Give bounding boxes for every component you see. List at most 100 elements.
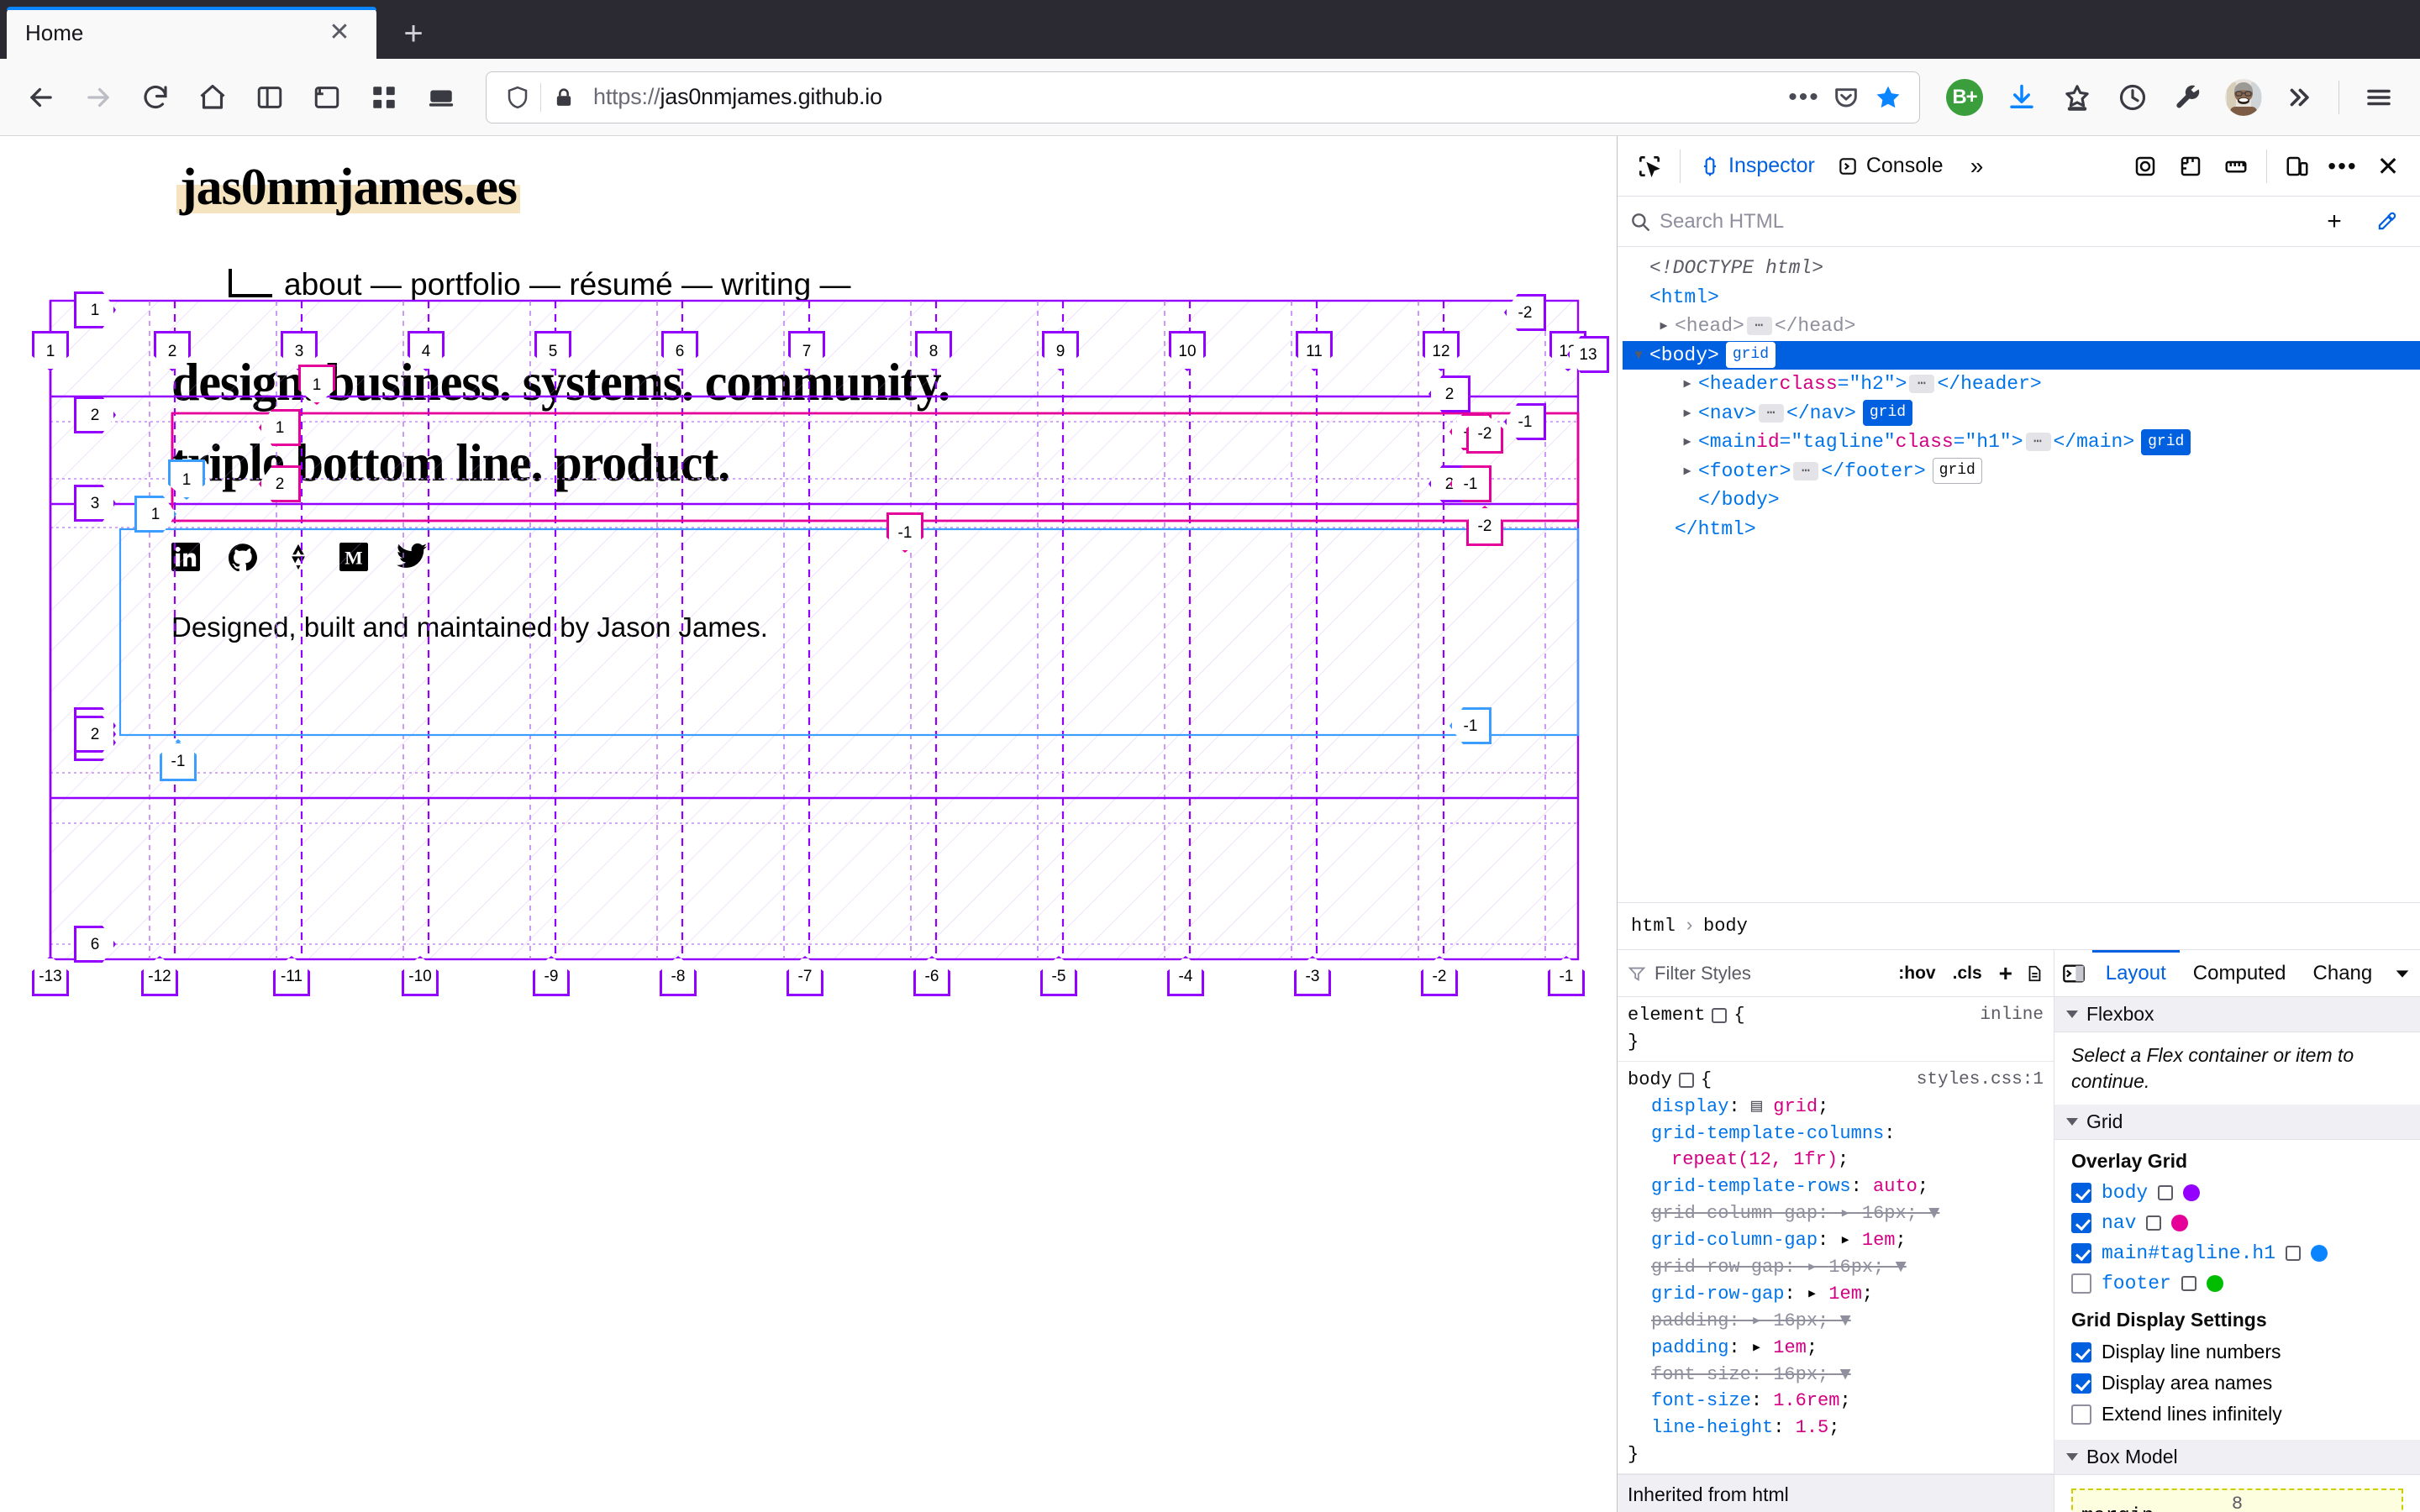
add-rule-button[interactable]: + — [1995, 958, 2017, 989]
ellipsis-icon[interactable]: ⋯ — [1759, 404, 1784, 423]
filter-styles-label[interactable]: Filter Styles — [1655, 963, 1886, 984]
checkbox[interactable] — [2071, 1213, 2091, 1233]
markup-line-footer[interactable]: ▸<footer>⋯</footer>grid — [1628, 457, 2420, 486]
overlay-grid-label[interactable]: footer — [2102, 1273, 2171, 1294]
menu-icon[interactable] — [2353, 71, 2405, 123]
declaration[interactable]: font-size: 1.6rem; — [1628, 1388, 2044, 1415]
grid-badge[interactable]: grid — [1863, 400, 1912, 426]
markup-tree[interactable]: <!DOCTYPE html> <html> ▸<head>⋯</head> ▾… — [1618, 247, 2420, 902]
markup-line-html-open[interactable]: <html> — [1628, 283, 2420, 312]
markup-line-html-close[interactable]: </html> — [1628, 515, 2420, 544]
pocket-icon[interactable] — [1827, 78, 1865, 117]
box-model-margin[interactable]: 8 margin 0 border — [2071, 1488, 2403, 1512]
overlay-grid-label[interactable]: body — [2102, 1182, 2148, 1204]
close-icon[interactable]: ✕ — [321, 14, 358, 51]
home-icon[interactable] — [187, 71, 239, 123]
expand-pane-icon[interactable] — [2058, 954, 2091, 993]
grid-badge[interactable]: grid — [1726, 342, 1776, 368]
site-nav[interactable]: about — portfolio — résumé — writing — — [229, 267, 1608, 302]
bookmark-star-icon[interactable] — [1869, 78, 1907, 117]
rule-selector[interactable]: element — [1628, 1002, 1705, 1029]
lock-icon[interactable] — [544, 78, 583, 117]
declaration-overridden[interactable]: grid-column-gap: ▸ 16px; ▼ — [1628, 1200, 2044, 1227]
checkbox[interactable] — [2071, 1183, 2091, 1203]
forward-arrow-icon[interactable] — [72, 71, 124, 123]
tab-computed[interactable]: Computed — [2180, 950, 2300, 997]
breadcrumb-item-body[interactable]: body — [1703, 916, 1748, 937]
margin-top-value[interactable]: 8 — [2232, 1494, 2243, 1512]
grid-badge[interactable]: grid — [1933, 458, 1982, 484]
reader-icon[interactable] — [301, 71, 353, 123]
html-search-bar[interactable]: + — [1618, 197, 2420, 247]
url-text[interactable]: https://jas0nmjames.github.io — [583, 84, 1785, 110]
target-icon[interactable] — [2146, 1215, 2161, 1231]
tab-console[interactable]: Console — [1827, 144, 1954, 188]
overlay-grid-label[interactable]: nav — [2102, 1212, 2136, 1234]
flexbox-section-header[interactable]: Flexbox — [2054, 997, 2420, 1032]
markup-line-doctype[interactable]: <!DOCTYPE html> — [1628, 254, 2420, 283]
box-model[interactable]: 8 margin 0 border — [2054, 1475, 2420, 1512]
shield-icon[interactable] — [498, 78, 537, 117]
screenshot-icon[interactable] — [2123, 144, 2167, 188]
declaration[interactable]: grid-column-gap: ▸ 1em; — [1628, 1227, 2044, 1254]
rule-source[interactable]: inline — [1980, 1003, 2044, 1028]
overlay-grid-item-main[interactable]: main#tagline.h1 — [2054, 1238, 2420, 1268]
bookmarks-star-icon[interactable] — [2051, 71, 2103, 123]
declaration[interactable]: grid-row-gap: ▸ 1em; — [1628, 1281, 2044, 1308]
github-icon[interactable] — [229, 543, 257, 571]
site-nav-text[interactable]: about — portfolio — résumé — writing — — [284, 267, 850, 302]
declaration[interactable]: grid-template-columns: — [1628, 1121, 2044, 1147]
more-options-icon[interactable]: ••• — [1785, 78, 1823, 117]
grid-color-dot[interactable] — [2311, 1245, 2328, 1262]
download-icon[interactable] — [1996, 71, 2048, 123]
target-icon[interactable] — [1679, 1073, 1694, 1088]
rule-selector[interactable]: body — [1628, 1067, 1672, 1094]
setting-display-line-numbers[interactable]: Display line numbers — [2054, 1336, 2420, 1368]
measure-icon[interactable] — [2214, 144, 2258, 188]
checkbox[interactable] — [2071, 1342, 2091, 1362]
checkbox[interactable] — [2071, 1373, 2091, 1394]
rule-element-inline[interactable]: element { inline } — [1618, 997, 2054, 1062]
setting-display-area-names[interactable]: Display area names — [2054, 1368, 2420, 1399]
declaration[interactable]: grid-template-rows: auto; — [1628, 1173, 2044, 1200]
breadcrumb[interactable]: html › body — [1618, 902, 2420, 949]
wrench-icon[interactable] — [2162, 71, 2214, 123]
declaration-overridden[interactable]: padding: ▸ 16px; ▼ — [1628, 1308, 2044, 1335]
layout-body[interactable]: Flexbox Select a Flex container or item … — [2054, 997, 2420, 1512]
new-tab-button[interactable]: + — [388, 8, 439, 59]
search-input[interactable] — [1660, 210, 2304, 234]
target-icon[interactable] — [2181, 1276, 2196, 1291]
target-icon[interactable] — [2158, 1185, 2173, 1200]
overflow-chevrons-icon[interactable] — [2273, 71, 2325, 123]
declaration-overridden[interactable]: font-size: 16px; ▼ — [1628, 1362, 2044, 1389]
medium-icon[interactable]: M — [339, 543, 368, 571]
markup-line-body-close[interactable]: </body> — [1628, 486, 2420, 515]
url-bar[interactable]: https://jas0nmjames.github.io ••• — [486, 71, 1920, 123]
ellipsis-icon[interactable]: ⋯ — [1909, 375, 1934, 393]
history-icon[interactable] — [2107, 71, 2159, 123]
grid-color-dot[interactable] — [2171, 1215, 2188, 1231]
declaration[interactable]: line-height: 1.5; — [1628, 1415, 2044, 1441]
grid-color-dot[interactable] — [2183, 1184, 2200, 1201]
markup-line-main[interactable]: ▸<main id="tagline" class="h1">⋯</main>g… — [1628, 428, 2420, 457]
box-model-section-header[interactable]: Box Model — [2054, 1440, 2420, 1475]
apps-icon[interactable] — [358, 71, 410, 123]
overlay-grid-item-nav[interactable]: nav — [2054, 1208, 2420, 1238]
overlay-grid-label[interactable]: main#tagline.h1 — [2102, 1242, 2275, 1264]
markup-line-body[interactable]: ▾<body>grid — [1623, 341, 2420, 370]
responsive-design-icon[interactable] — [2275, 144, 2319, 188]
cls-toggle[interactable]: .cls — [1949, 962, 1986, 985]
extension-badge[interactable]: B+ — [1939, 71, 1991, 123]
ellipsis-icon[interactable]: ⋯ — [1793, 462, 1818, 480]
avatar[interactable] — [2217, 71, 2270, 123]
rule-body[interactable]: body { styles.css:1 display: ▤ grid; gri… — [1618, 1062, 2054, 1474]
hov-toggle[interactable]: :hov — [1894, 962, 1939, 985]
tab-layout[interactable]: Layout — [2092, 950, 2180, 997]
rules-list[interactable]: element { inline } body { — [1618, 997, 2054, 1512]
markup-line-head[interactable]: ▸<head>⋯</head> — [1628, 312, 2420, 341]
tabs-overflow-icon[interactable]: » — [1955, 144, 1999, 188]
rule-source[interactable]: styles.css:1 — [1917, 1068, 2044, 1093]
devtools-more-icon[interactable]: ••• — [2321, 144, 2365, 188]
checkbox[interactable] — [2071, 1243, 2091, 1263]
overlay-grid-item-body[interactable]: body — [2054, 1178, 2420, 1208]
